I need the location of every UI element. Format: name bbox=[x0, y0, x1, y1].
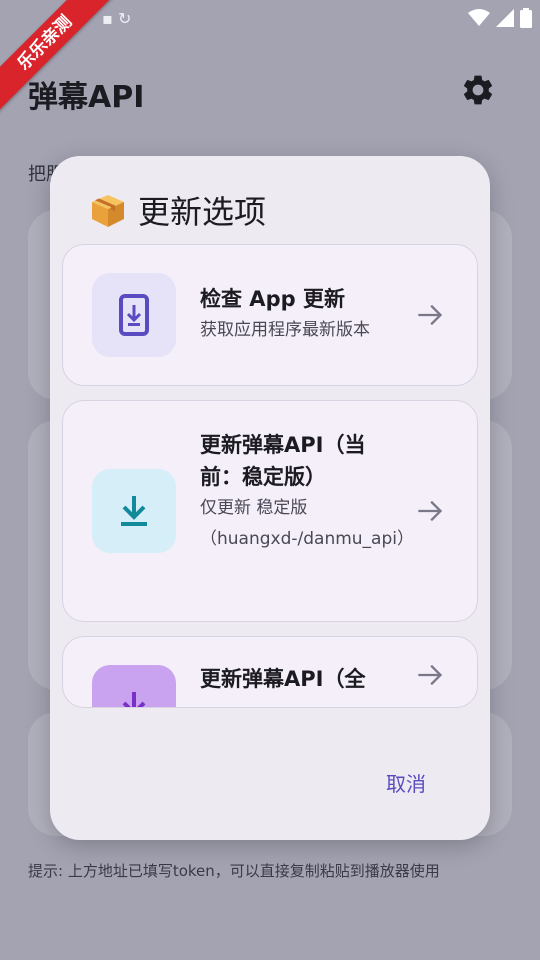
option-texts: 更新弹幕API（全 bbox=[200, 663, 400, 695]
phone-download-icon bbox=[119, 294, 149, 336]
package-icon bbox=[92, 195, 124, 227]
gear-icon bbox=[463, 75, 493, 105]
status-left-icons: ▪ ↻ bbox=[102, 9, 131, 28]
cancel-button[interactable]: 取消 bbox=[368, 760, 444, 804]
arrow-right-icon bbox=[418, 304, 443, 326]
arrow-right-icon bbox=[418, 664, 443, 686]
check-app-update-option[interactable]: 检查 App 更新 获取应用程序最新版本 bbox=[62, 244, 478, 386]
dialog-header: 更新选项 bbox=[88, 186, 266, 234]
battery-icon bbox=[520, 8, 532, 28]
photo-icon: ▪ bbox=[102, 9, 113, 28]
option-description: 仅更新 稳定版（huangxd-/danmu_api） bbox=[200, 498, 414, 549]
download-icon bbox=[122, 692, 146, 707]
sync-icon: ↻ bbox=[117, 9, 132, 28]
arrow-right-icon bbox=[418, 500, 443, 522]
wifi-icon bbox=[468, 9, 490, 26]
status-right-icons bbox=[468, 8, 532, 28]
update-danmu-api-all-option[interactable]: 更新弹幕API（全 bbox=[62, 636, 478, 708]
options-list[interactable]: 检查 App 更新 获取应用程序最新版本 更新弹幕API（当前：稳定版） 仅更新… bbox=[62, 244, 478, 708]
option-description: 获取应用程序最新版本 bbox=[200, 320, 370, 340]
update-danmu-api-stable-option[interactable]: 更新弹幕API（当前：稳定版） 仅更新 稳定版（huangxd-/danmu_a… bbox=[62, 400, 478, 622]
option-title: 更新弹幕API（当前：稳定版） bbox=[200, 433, 366, 489]
option-icon-box bbox=[92, 665, 176, 707]
option-icon-box bbox=[92, 273, 176, 357]
signal-icon bbox=[496, 9, 514, 27]
token-hint-text: 提示: 上方地址已填写token，可以直接复制粘贴到播放器使用 bbox=[28, 862, 440, 880]
download-icon bbox=[121, 496, 147, 526]
app-title: 弹幕API bbox=[28, 80, 145, 115]
option-icon-box bbox=[92, 469, 176, 553]
dialog-title: 更新选项 bbox=[138, 193, 267, 231]
update-options-dialog: 更新选项 检查 App 更新 获取应用程序最新版本 更新弹幕API（当前：稳定版… bbox=[50, 156, 490, 840]
option-title: 更新弹幕API（全 bbox=[200, 667, 366, 691]
option-texts: 检查 App 更新 获取应用程序最新版本 bbox=[200, 283, 400, 346]
option-texts: 更新弹幕API（当前：稳定版） 仅更新 稳定版（huangxd-/danmu_a… bbox=[200, 429, 414, 555]
option-title: 检查 App 更新 bbox=[200, 287, 345, 311]
settings-button[interactable] bbox=[460, 72, 496, 108]
